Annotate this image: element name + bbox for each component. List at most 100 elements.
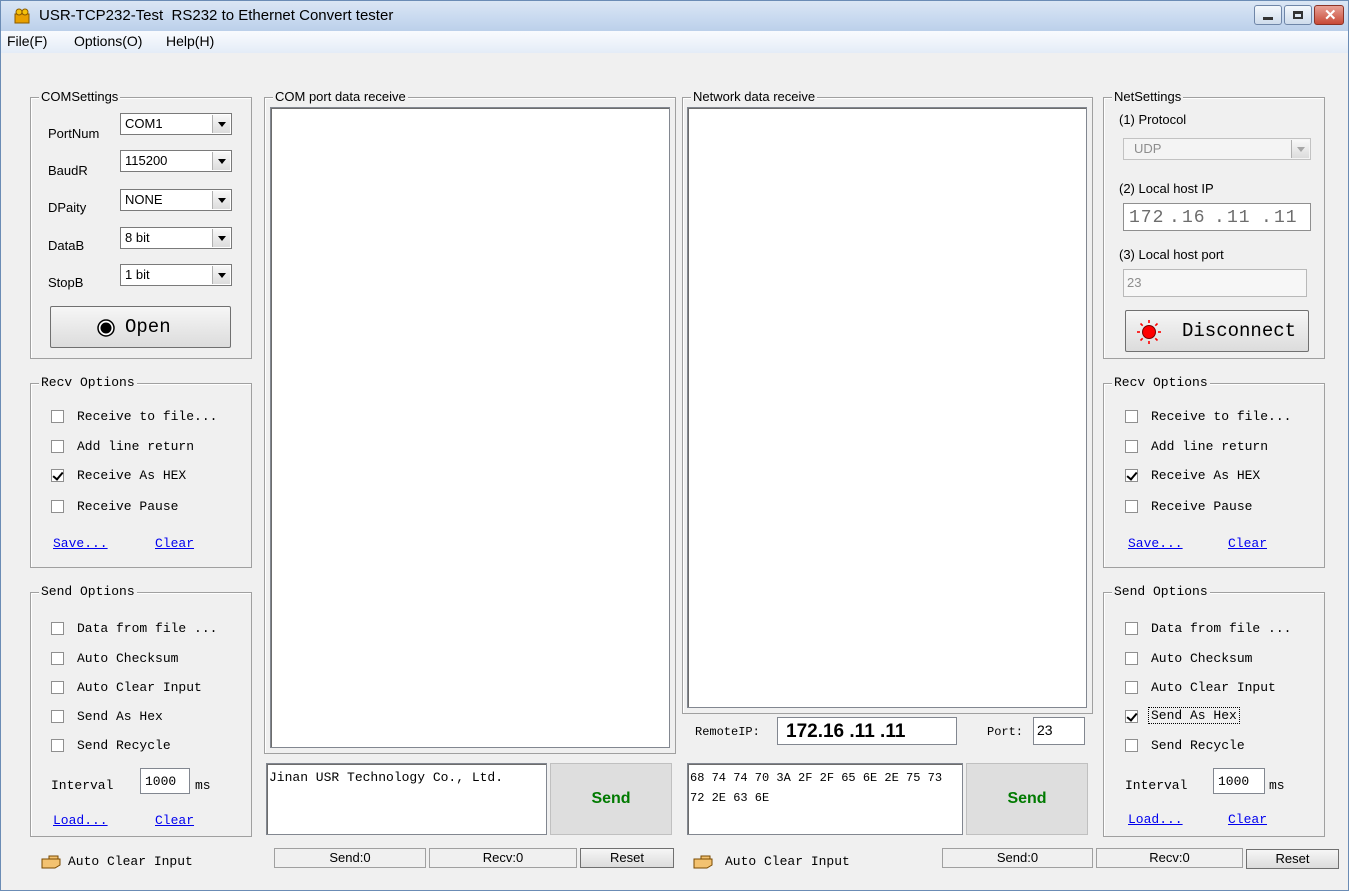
local-port-label: (3) Local host port <box>1119 247 1224 262</box>
remote-port-input[interactable]: 23 <box>1033 717 1085 745</box>
remote-port-value: 23 <box>1037 722 1053 738</box>
left-send-clear-link[interactable]: Clear <box>155 813 194 828</box>
com-send-button[interactable]: Send <box>550 763 672 835</box>
left-interval-value: 1000 <box>145 774 177 789</box>
left-receive-to-file-label: Receive to file... <box>77 409 218 424</box>
right-auto-clear-input-checkbox[interactable] <box>1125 681 1138 694</box>
protocol-select[interactable]: UDP <box>1123 138 1311 160</box>
com-send-input[interactable]: Jinan USR Technology Co., Ltd. <box>266 763 547 835</box>
baudrate-label: BaudR <box>48 163 88 178</box>
right-auto-checksum-checkbox[interactable] <box>1125 652 1138 665</box>
menu-help[interactable]: Help(H) <box>166 33 214 49</box>
right-status-auto-clear-input[interactable]: Auto Clear Input <box>725 854 850 869</box>
maximize-button[interactable] <box>1284 5 1312 25</box>
com-settings-title: COMSettings <box>39 89 121 105</box>
left-receive-as-hex-label: Receive As HEX <box>77 468 187 483</box>
right-receive-to-file-checkbox[interactable] <box>1125 410 1138 423</box>
right-add-line-return-label: Add line return <box>1151 439 1269 454</box>
left-send-recycle-checkbox[interactable] <box>51 739 64 752</box>
portnum-label: PortNum <box>48 126 100 141</box>
parity-select[interactable]: NONE <box>120 189 232 211</box>
net-receive-textarea[interactable] <box>687 107 1087 708</box>
right-send-options-title: Send Options <box>1112 584 1210 600</box>
com-receive-textarea[interactable] <box>270 107 670 748</box>
left-auto-checksum-label: Auto Checksum <box>77 651 179 666</box>
chevron-down-icon <box>212 191 230 209</box>
right-load-link[interactable]: Load... <box>1128 812 1183 827</box>
net-send-text: 68 74 74 70 3A 2F 2F 65 6E 2E 75 73 72 2… <box>690 771 943 805</box>
left-receive-pause-checkbox[interactable] <box>51 500 64 513</box>
right-receive-as-hex-checkbox[interactable] <box>1125 469 1138 482</box>
right-recv-options-title: Recv Options <box>1112 375 1210 391</box>
right-data-from-file-checkbox[interactable] <box>1125 622 1138 635</box>
left-add-line-return-label: Add line return <box>77 439 195 454</box>
left-auto-clear-input-label: Auto Clear Input <box>77 680 202 695</box>
menu-file[interactable]: File(F) <box>7 33 47 49</box>
close-button[interactable]: ✕ <box>1314 5 1344 25</box>
left-interval-input[interactable]: 1000 <box>140 768 190 794</box>
left-status-auto-clear-input[interactable]: Auto Clear Input <box>68 854 193 869</box>
right-recv-clear-link[interactable]: Clear <box>1228 536 1267 551</box>
databits-value: 8 bit <box>125 230 150 245</box>
local-ip-dot: . <box>1214 208 1225 228</box>
left-load-link[interactable]: Load... <box>53 813 108 828</box>
right-recv-count: Recv:0 <box>1096 848 1243 868</box>
protocol-value: UDP <box>1134 141 1162 156</box>
right-interval-input[interactable]: 1000 <box>1213 768 1265 794</box>
menu-options[interactable]: Options(O) <box>74 33 142 49</box>
right-send-as-hex-checkbox[interactable] <box>1125 710 1138 723</box>
local-port-input[interactable]: 23 <box>1123 269 1307 297</box>
right-interval-unit: ms <box>1269 778 1285 793</box>
parity-label: DPaity <box>48 200 87 215</box>
net-send-input[interactable]: 68 74 74 70 3A 2F 2F 65 6E 2E 75 73 72 2… <box>687 763 963 835</box>
left-reset-button[interactable]: Reset <box>580 848 674 868</box>
right-send-clear-link[interactable]: Clear <box>1228 812 1267 827</box>
left-recv-clear-link[interactable]: Clear <box>155 536 194 551</box>
left-recv-count: Recv:0 <box>429 848 577 868</box>
parity-value: NONE <box>125 192 163 207</box>
left-receive-to-file-checkbox[interactable] <box>51 410 64 423</box>
stopbits-select[interactable]: 1 bit <box>120 264 232 286</box>
left-add-line-return-checkbox[interactable] <box>51 440 64 453</box>
left-auto-clear-input-checkbox[interactable] <box>51 681 64 694</box>
left-receive-as-hex-checkbox[interactable] <box>51 469 64 482</box>
baudrate-value: 115200 <box>125 153 168 168</box>
net-receive-title: Network data receive <box>691 89 818 105</box>
left-data-from-file-label: Data from file ... <box>77 621 218 636</box>
net-settings-title: NetSettings <box>1112 89 1184 105</box>
open-button[interactable]: Open <box>50 306 231 348</box>
right-send-recycle-checkbox[interactable] <box>1125 739 1138 752</box>
portnum-select[interactable]: COM1 <box>120 113 232 135</box>
stopbits-label: StopB <box>48 275 84 290</box>
chevron-down-icon <box>212 266 230 284</box>
left-data-from-file-checkbox[interactable] <box>51 622 64 635</box>
right-send-count: Send:0 <box>942 848 1093 868</box>
left-interval-unit: ms <box>195 778 211 793</box>
right-save-link[interactable]: Save... <box>1128 536 1183 551</box>
databits-select[interactable]: 8 bit <box>120 227 232 249</box>
remote-ip-input[interactable]: 172.16 .11 .11 <box>777 717 957 745</box>
right-auto-clear-input-label: Auto Clear Input <box>1151 680 1276 695</box>
com-receive-title: COM port data receive <box>273 89 408 105</box>
disconnect-button[interactable]: Disconnect <box>1125 310 1309 352</box>
local-ip-input[interactable]: 172 . 16 . 11 . 11 <box>1123 203 1311 231</box>
status-indicator-icon <box>97 319 115 337</box>
local-ip-label: (2) Local host IP <box>1119 181 1214 196</box>
local-ip-octet-2: 16 <box>1182 208 1206 228</box>
right-reset-button[interactable]: Reset <box>1246 849 1339 869</box>
left-send-as-hex-label: Send As Hex <box>77 709 163 724</box>
left-send-as-hex-checkbox[interactable] <box>51 710 64 723</box>
right-send-as-hex-label: Send As Hex <box>1148 707 1240 724</box>
baudrate-select[interactable]: 115200 <box>120 150 232 172</box>
left-save-link[interactable]: Save... <box>53 536 108 551</box>
minimize-button[interactable] <box>1254 5 1282 25</box>
right-receive-pause-checkbox[interactable] <box>1125 500 1138 513</box>
left-interval-label: Interval <box>51 778 114 793</box>
databits-label: DataB <box>48 238 85 253</box>
right-add-line-return-checkbox[interactable] <box>1125 440 1138 453</box>
left-recv-options-title: Recv Options <box>39 375 137 391</box>
local-ip-octet-4: 11 <box>1274 208 1298 228</box>
net-send-button[interactable]: Send <box>966 763 1088 835</box>
local-ip-octet-3: 11 <box>1227 208 1251 228</box>
left-auto-checksum-checkbox[interactable] <box>51 652 64 665</box>
